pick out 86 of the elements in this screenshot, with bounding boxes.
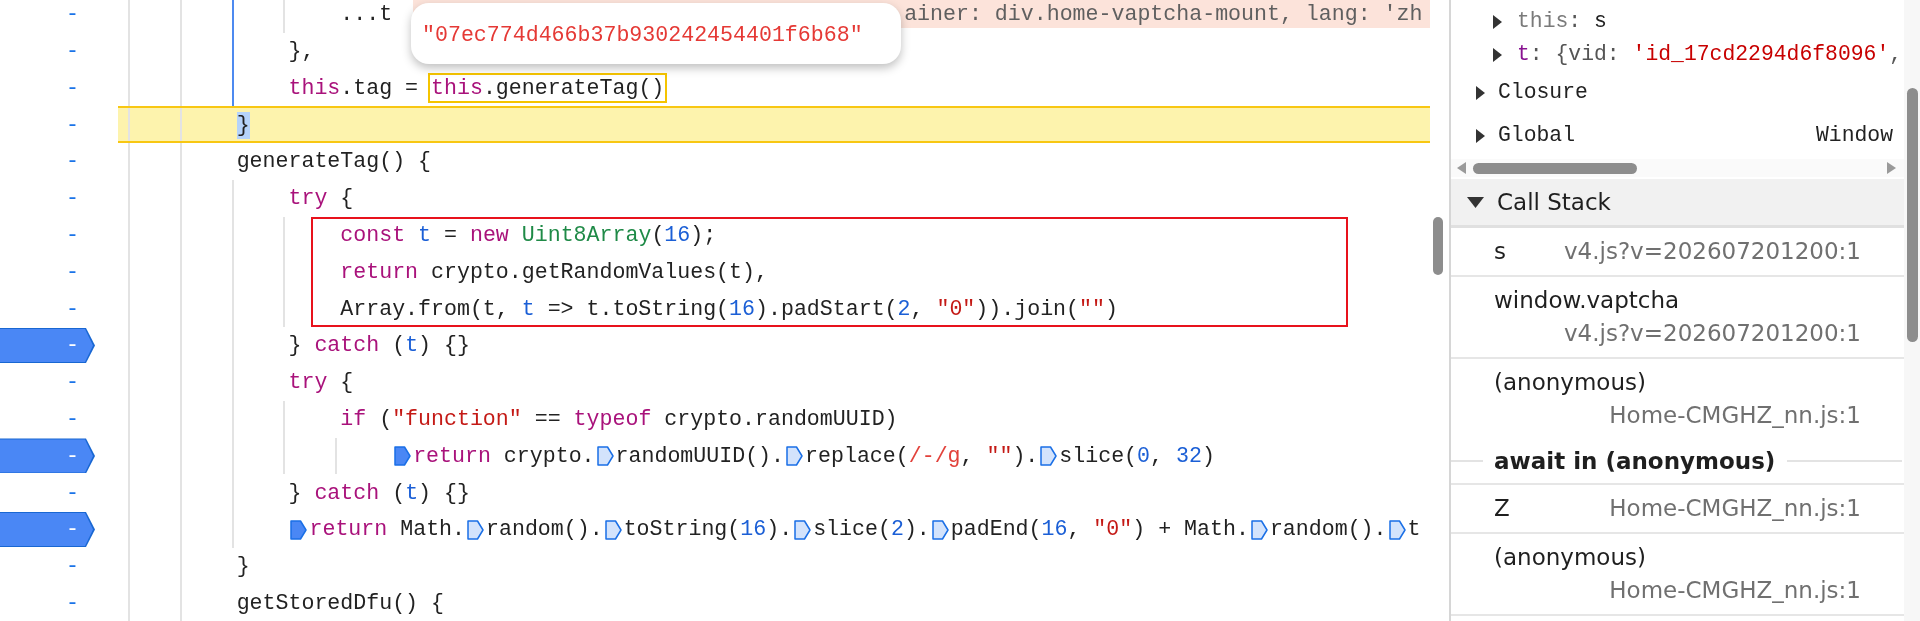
code-text: } [236,110,250,141]
breakpoint-marker-icon[interactable] [794,519,812,540]
line-number[interactable]: - [66,35,79,68]
code-text: try { [288,185,354,213]
scroll-left-arrow-icon[interactable] [1457,162,1466,174]
code-text: } catch (t) {} [288,332,470,360]
code-text: random(). [486,516,603,544]
code-text: padEnd(16, "0") + Math. [950,516,1249,544]
code-text: const t = new Uint8Array(16); [340,222,717,249]
code-text: getStoredDfu() { [236,589,444,617]
hovered-expression: this.generateTag() [428,73,668,103]
function-name[interactable]: Z [1494,492,1510,525]
line-number[interactable]: - [66,219,79,252]
code-text: slice(2). [813,516,930,544]
frame-location[interactable]: Home-CMGHZ_nn.js:1 [1597,399,1861,432]
line-number[interactable]: - [66,586,79,620]
triangle-right-icon[interactable] [1476,128,1485,143]
section-title: Call Stack [1497,187,1611,217]
breakpoint-marker-icon[interactable] [931,519,949,540]
line-number[interactable]: - [66,0,79,31]
scroll-right-arrow-icon[interactable] [1887,162,1896,174]
scrollbar-thumb[interactable] [1906,88,1918,342]
line-number[interactable]: - [66,550,79,583]
line-number[interactable]: - [66,71,79,105]
function-name[interactable]: s [1494,235,1506,268]
frame-location[interactable]: Home-CMGHZ_nn.js:1 [1597,574,1861,607]
code-text: if ("function" == typeof crypto.randomUUID) [340,405,898,433]
line-number[interactable]: - [66,476,79,509]
code-text: } [236,553,250,581]
triangle-down-icon[interactable] [1467,196,1484,208]
line-number[interactable]: - [0,512,95,548]
function-name[interactable]: (anonymous) [1494,366,1646,399]
triangle-right-icon[interactable] [1476,85,1485,100]
code-text: }, [288,38,315,65]
breakpoint-marker-icon[interactable] [290,519,308,540]
code-text: random(). [1269,516,1387,544]
frame-location[interactable]: Home-CMGHZ_nn.js:1 [1597,492,1861,525]
scope-value: Window [1815,122,1893,150]
async-separator-label: await in (anonymous) [1494,446,1776,476]
line-number[interactable]: - [66,182,79,215]
triangle-right-icon[interactable] [1493,47,1502,62]
line-number[interactable]: - [0,438,95,474]
breakpoint-marker-icon[interactable] [1040,445,1058,466]
variable-label[interactable]: this: s [1517,5,1607,38]
scrollbar-thumb[interactable] [1433,217,1443,275]
breakpoint-marker-icon[interactable] [604,519,622,540]
breakpoint-marker-icon[interactable] [1250,519,1268,540]
line-number[interactable]: - [66,366,79,399]
code-text: } catch (t) {} [288,479,470,507]
code-text: return crypto. [413,442,595,470]
code-text: slice(0, 32) [1059,442,1215,470]
code-text: toString(16). [623,516,793,544]
breakpoint-marker-icon[interactable] [467,519,484,540]
breakpoint-marker-icon[interactable] [596,445,614,466]
code-text: return Math. [309,516,465,544]
breakpoint-marker-icon[interactable] [786,445,804,466]
line-number[interactable]: - [0,328,95,364]
frame-location[interactable]: v4.js?v=202607201200:1 [1552,235,1861,268]
code-text: return crypto.getRandomValues(t), [340,258,768,286]
frame-location[interactable]: v4.js?v=202607201200:1 [1552,317,1861,350]
code-text: generateTag() { [236,148,432,176]
triangle-right-icon[interactable] [1493,14,1502,29]
line-number[interactable]: - [66,292,79,325]
code-text: ...t [340,1,393,29]
scrollbar-thumb[interactable] [1473,162,1637,174]
scope-label[interactable]: Global [1498,119,1576,152]
code-text: t [1407,516,1421,544]
line-number[interactable]: - [66,145,79,178]
function-name[interactable]: window.vaptcha [1494,284,1680,317]
variable-label[interactable]: t: {vid: 'id_17cd2294d6f8096', [1517,38,1903,71]
breakpoint-marker-icon[interactable] [1388,519,1406,540]
line-number[interactable]: - [66,402,79,436]
code-text: randomUUID(). [615,442,785,470]
breakpoint-marker-icon[interactable] [394,445,412,466]
horizontal-scrollbar[interactable] [1451,159,1904,177]
line-number[interactable]: - [66,108,79,141]
code-text: Array.from(t, t => t.toString(16).padStart(2, "0")).join("") [340,295,1118,323]
value-tooltip: "07ec774d466b37b930242454401f6b68" [411,3,901,64]
function-name[interactable]: (anonymous) [1494,541,1646,574]
vertical-scrollbar[interactable] [1904,0,1920,621]
line-number[interactable]: - [66,255,79,289]
code-text: replace(/-/g, ""). [805,442,1039,470]
code-text: try { [288,369,354,397]
scope-label[interactable]: Closure [1498,76,1588,109]
code-text: this.tag = [288,74,420,102]
call-stack-header[interactable]: Call Stack [1451,179,1904,228]
